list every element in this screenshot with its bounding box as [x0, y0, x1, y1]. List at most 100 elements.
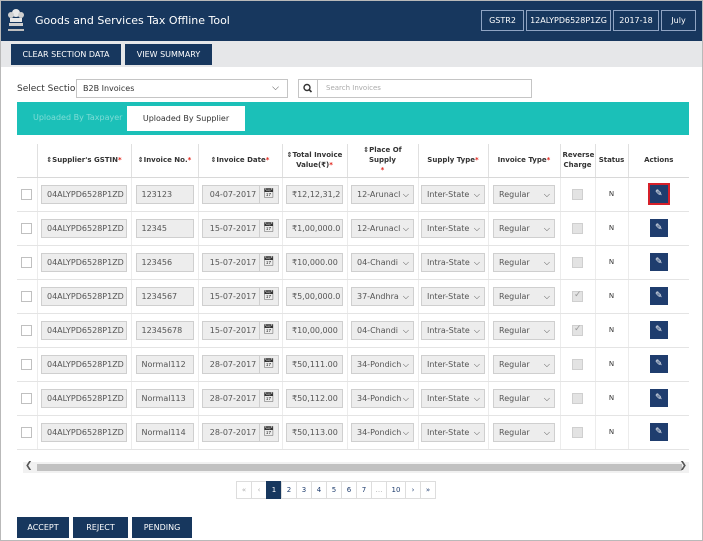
invoice-no-field[interactable]: 12345: [135, 218, 194, 238]
place-of-supply-select[interactable]: 04-Chandi ⌵: [351, 320, 414, 340]
page-button[interactable]: 2: [281, 481, 297, 499]
row-select-checkbox[interactable]: [21, 188, 33, 200]
supplier-gstin-field[interactable]: 04ALYPD6528P1ZD: [41, 218, 127, 238]
invoice-no-field[interactable]: 123123: [135, 184, 194, 204]
calendar-icon[interactable]: 📅︎: [260, 288, 278, 305]
supply-type-select[interactable]: Inter-State ⌵: [421, 354, 485, 374]
total-invoice-value-field[interactable]: ₹10,000.00: [286, 252, 343, 272]
page-button[interactable]: 4: [311, 481, 327, 499]
total-invoice-value-field[interactable]: ₹50,113.00: [286, 422, 343, 442]
scrollbar-thumb[interactable]: [37, 464, 682, 471]
calendar-icon[interactable]: 📅︎: [260, 424, 278, 441]
invoice-type-select[interactable]: Regular ⌵: [493, 184, 555, 204]
total-invoice-value-field[interactable]: ₹10,00,000: [286, 320, 343, 340]
invoice-date-field[interactable]: 28-07-2017 📅︎: [201, 422, 279, 442]
invoice-no-field[interactable]: Normal112: [135, 354, 194, 374]
row-select-checkbox[interactable]: [21, 392, 33, 404]
header-invoice-date[interactable]: ⇕Invoice Date*: [198, 144, 283, 178]
invoice-type-select[interactable]: Regular ⌵: [493, 218, 555, 238]
search-input[interactable]: Search Invoices: [317, 79, 532, 98]
horizontal-scrollbar[interactable]: ❮ ❯: [23, 461, 689, 473]
invoice-date-field[interactable]: 28-07-2017 📅︎: [201, 388, 279, 408]
edit-invoice-button[interactable]: ✎: [649, 287, 668, 305]
supplier-gstin-field[interactable]: 04ALYPD6528P1ZD: [41, 286, 127, 306]
invoice-no-field[interactable]: 1234567: [135, 286, 194, 306]
supplier-gstin-field[interactable]: 04ALYPD6528P1ZD: [41, 184, 127, 204]
scroll-left-icon[interactable]: ❮: [25, 461, 33, 471]
clear-section-data-button[interactable]: CLEAR SECTION DATA: [11, 44, 121, 65]
invoice-no-field[interactable]: Normal114: [135, 422, 194, 442]
total-invoice-value-field[interactable]: ₹5,00,000.0: [286, 286, 343, 306]
row-select-checkbox[interactable]: [21, 426, 33, 438]
pending-button[interactable]: PENDING: [132, 517, 192, 538]
header-supplier-gstin[interactable]: ⇕Supplier's GSTIN*: [37, 144, 132, 178]
place-of-supply-select[interactable]: 34-Pondich ⌵: [351, 354, 414, 374]
invoice-type-select[interactable]: Regular ⌵: [493, 354, 555, 374]
page-button[interactable]: 1: [266, 481, 282, 499]
calendar-icon[interactable]: 📅︎: [260, 322, 278, 339]
scroll-right-icon[interactable]: ❯: [679, 461, 687, 471]
supply-type-select[interactable]: Intra-State ⌵: [421, 320, 485, 340]
page-next-button[interactable]: ›: [405, 481, 421, 499]
row-select-checkbox[interactable]: [21, 290, 33, 302]
page-button[interactable]: 5: [326, 481, 342, 499]
page-button[interactable]: 3: [296, 481, 312, 499]
invoice-type-select[interactable]: Regular ⌵: [493, 422, 555, 442]
edit-invoice-button[interactable]: ✎: [649, 355, 668, 373]
header-place-of-supply[interactable]: ⇕Place Of Supply *: [347, 144, 419, 178]
place-of-supply-select[interactable]: 12-Arunacl ⌵: [351, 218, 414, 238]
supplier-gstin-field[interactable]: 04ALYPD6528P1ZD: [41, 388, 127, 408]
row-select-checkbox[interactable]: [21, 358, 33, 370]
page-last-button[interactable]: »: [420, 481, 436, 499]
edit-invoice-button[interactable]: ✎: [649, 219, 668, 237]
calendar-icon[interactable]: 📅︎: [260, 390, 278, 407]
invoice-date-field[interactable]: 04-07-2017 📅︎: [201, 184, 279, 204]
invoice-date-field[interactable]: 15-07-2017 📅︎: [201, 252, 279, 272]
invoice-type-select[interactable]: Regular ⌵: [493, 388, 555, 408]
page-button[interactable]: 7: [356, 481, 372, 499]
invoice-date-field[interactable]: 15-07-2017 📅︎: [201, 218, 279, 238]
place-of-supply-select[interactable]: 34-Pondich ⌵: [351, 422, 414, 442]
total-invoice-value-field[interactable]: ₹12,12,31,2: [286, 184, 343, 204]
edit-invoice-button[interactable]: ✎: [649, 253, 668, 271]
accept-button[interactable]: ACCEPT: [17, 517, 69, 538]
row-select-checkbox[interactable]: [21, 222, 33, 234]
invoice-date-field[interactable]: 28-07-2017 📅︎: [201, 354, 279, 374]
page-button[interactable]: 6: [341, 481, 357, 499]
page-button[interactable]: 10: [386, 481, 406, 499]
calendar-icon[interactable]: 📅︎: [260, 254, 278, 271]
supply-type-select[interactable]: Inter-State ⌵: [421, 388, 485, 408]
supplier-gstin-field[interactable]: 04ALYPD6528P1ZD: [41, 320, 127, 340]
edit-invoice-button[interactable]: ✎: [649, 423, 668, 441]
page-first-button[interactable]: «: [236, 481, 252, 499]
row-select-checkbox[interactable]: [21, 256, 33, 268]
supply-type-select[interactable]: Inter-State ⌵: [421, 184, 485, 204]
invoice-no-field[interactable]: Normal113: [135, 388, 194, 408]
invoice-no-field[interactable]: 123456: [135, 252, 194, 272]
search-button[interactable]: [298, 79, 318, 98]
invoice-type-select[interactable]: Regular ⌵: [493, 286, 555, 306]
tab-uploaded-by-supplier[interactable]: Uploaded By Supplier: [127, 106, 245, 131]
total-invoice-value-field[interactable]: ₹50,111.00: [286, 354, 343, 374]
edit-invoice-button[interactable]: ✎: [649, 389, 668, 407]
supply-type-select[interactable]: Intra-State ⌵: [421, 252, 485, 272]
edit-invoice-button[interactable]: ✎: [647, 183, 670, 205]
place-of-supply-select[interactable]: 04-Chandi ⌵: [351, 252, 414, 272]
place-of-supply-select[interactable]: 37-Andhra ⌵: [351, 286, 414, 306]
edit-invoice-button[interactable]: ✎: [649, 321, 668, 339]
header-total-invoice-value[interactable]: ⇕Total Invoice Value(₹)*: [282, 144, 348, 178]
reject-button[interactable]: REJECT: [73, 517, 128, 538]
invoice-type-select[interactable]: Regular ⌵: [493, 320, 555, 340]
row-select-checkbox[interactable]: [21, 324, 33, 336]
place-of-supply-select[interactable]: 34-Pondich ⌵: [351, 388, 414, 408]
supplier-gstin-field[interactable]: 04ALYPD6528P1ZD: [41, 252, 127, 272]
supply-type-select[interactable]: Inter-State ⌵: [421, 218, 485, 238]
calendar-icon[interactable]: 📅︎: [260, 356, 278, 373]
invoice-date-field[interactable]: 15-07-2017 📅︎: [201, 320, 279, 340]
view-summary-button[interactable]: VIEW SUMMARY: [125, 44, 212, 65]
calendar-icon[interactable]: 📅︎: [260, 186, 278, 203]
supply-type-select[interactable]: Inter-State ⌵: [421, 286, 485, 306]
total-invoice-value-field[interactable]: ₹1,00,000.0: [286, 218, 343, 238]
invoice-type-select[interactable]: Regular ⌵: [493, 252, 555, 272]
supplier-gstin-field[interactable]: 04ALYPD6528P1ZD: [41, 354, 127, 374]
